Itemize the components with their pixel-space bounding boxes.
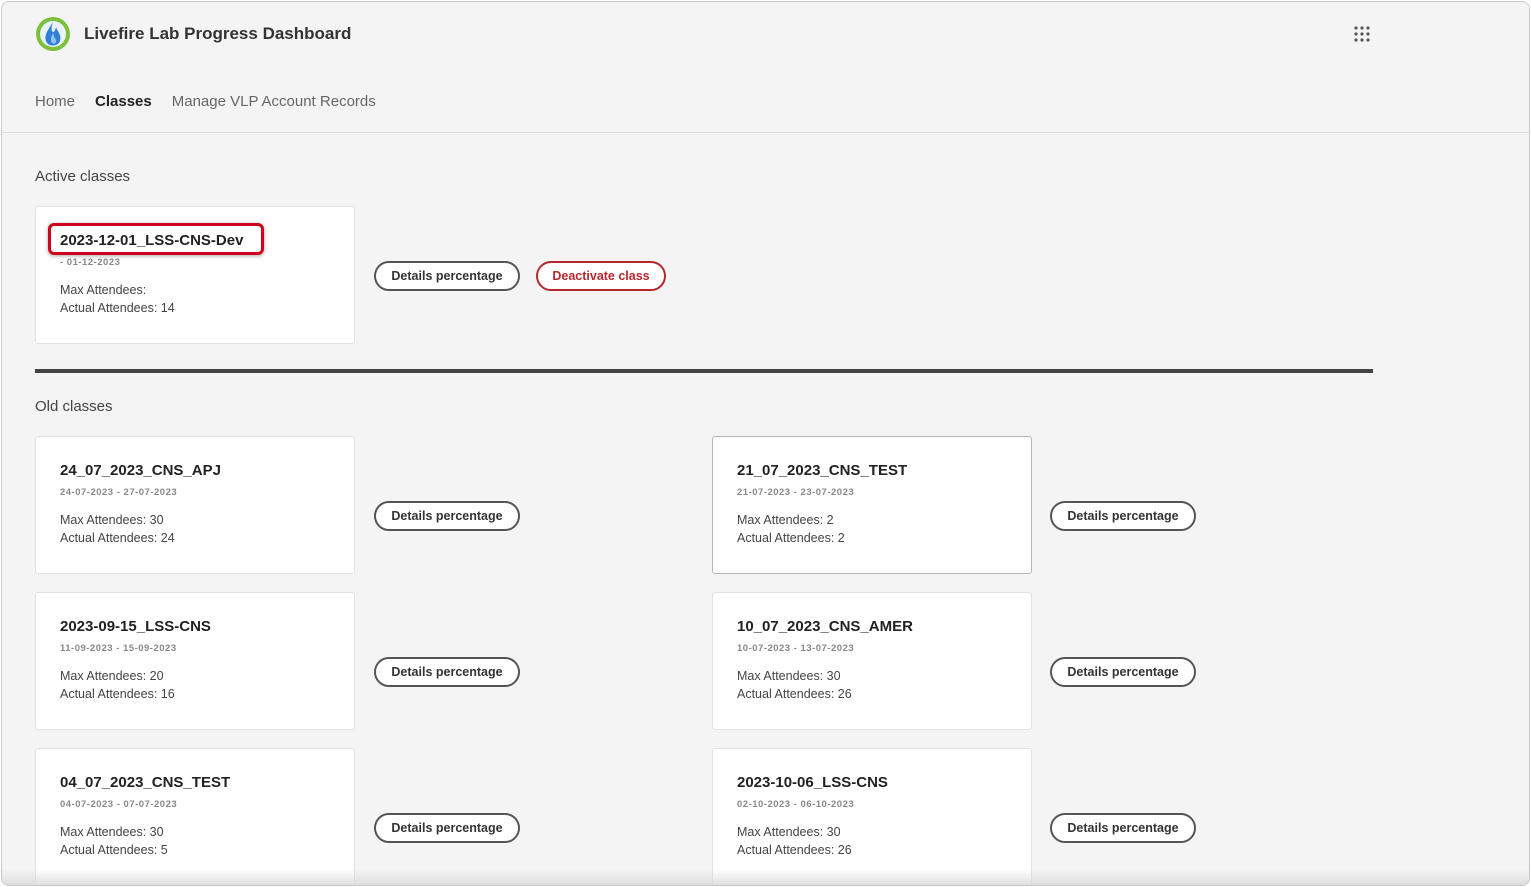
details-percentage-button[interactable]: Details percentage <box>374 501 520 531</box>
details-percentage-button[interactable]: Details percentage <box>1050 813 1196 843</box>
actual-attendees: Actual Attendees: 16 <box>60 687 175 701</box>
old-class-card: 24_07_2023_CNS_APJ 24-07-2023 - 27-07-20… <box>35 436 355 574</box>
max-attendees: Max Attendees: 30 <box>737 825 841 839</box>
details-percentage-button[interactable]: Details percentage <box>1050 501 1196 531</box>
header: Livefire Lab Progress Dashboard Home Cla… <box>2 2 1529 133</box>
class-name: 2023-12-01_LSS-CNS-Dev <box>60 232 244 249</box>
grid-apps-icon[interactable] <box>1353 25 1371 43</box>
app-logo <box>36 17 70 51</box>
class-dates: 02-10-2023 - 06-10-2023 <box>737 799 855 810</box>
max-attendees: Max Attendees: <box>60 283 147 297</box>
class-name: 24_07_2023_CNS_APJ <box>60 462 221 479</box>
old-class-card: 10_07_2023_CNS_AMER 10-07-2023 - 13-07-2… <box>712 592 1032 730</box>
old-class-card: 04_07_2023_CNS_TEST 04-07-2023 - 07-07-2… <box>35 748 355 885</box>
max-attendees: Max Attendees: 30 <box>60 825 164 839</box>
nav-manage-vlp-account-records[interactable]: Manage VLP Account Records <box>172 93 376 110</box>
old-class-card: 2023-09-15_LSS-CNS 11-09-2023 - 15-09-20… <box>35 592 355 730</box>
class-dates: 21-07-2023 - 23-07-2023 <box>737 487 855 498</box>
nav-classes[interactable]: Classes <box>95 93 152 110</box>
class-name: 21_07_2023_CNS_TEST <box>737 462 908 479</box>
deactivate-class-button[interactable]: Deactivate class <box>536 261 666 291</box>
actual-attendees: Actual Attendees: 2 <box>737 531 845 545</box>
max-attendees: Max Attendees: 20 <box>60 669 164 683</box>
class-dates: 11-09-2023 - 15-09-2023 <box>60 643 177 654</box>
main-nav: Home Classes Manage VLP Account Records <box>35 93 376 110</box>
actual-attendees: Actual Attendees: 24 <box>60 531 175 545</box>
class-dates: 10-07-2023 - 13-07-2023 <box>737 643 855 654</box>
actual-attendees: Actual Attendees: 14 <box>60 301 175 315</box>
details-percentage-button[interactable]: Details percentage <box>1050 657 1196 687</box>
bottom-fade <box>2 869 1529 885</box>
active-classes-heading: Active classes <box>35 168 131 185</box>
old-class-card: 2023-10-06_LSS-CNS 02-10-2023 - 06-10-20… <box>712 748 1032 885</box>
details-percentage-button[interactable]: Details percentage <box>374 657 520 687</box>
actual-attendees: Actual Attendees: 5 <box>60 843 168 857</box>
class-name: 10_07_2023_CNS_AMER <box>737 618 913 635</box>
class-dates: 04-07-2023 - 07-07-2023 <box>60 799 178 810</box>
old-classes-heading: Old classes <box>35 398 113 415</box>
class-dates: - 01-12-2023 <box>60 257 121 268</box>
app-window: Livefire Lab Progress Dashboard Home Cla… <box>1 1 1530 886</box>
class-name: 2023-10-06_LSS-CNS <box>737 774 888 791</box>
section-divider <box>35 369 1373 373</box>
max-attendees: Max Attendees: 30 <box>737 669 841 683</box>
class-name: 2023-09-15_LSS-CNS <box>60 618 211 635</box>
old-class-card: 21_07_2023_CNS_TEST 21-07-2023 - 23-07-2… <box>712 436 1032 574</box>
actual-attendees: Actual Attendees: 26 <box>737 687 852 701</box>
class-name: 04_07_2023_CNS_TEST <box>60 774 231 791</box>
max-attendees: Max Attendees: 2 <box>737 513 834 527</box>
details-percentage-button[interactable]: Details percentage <box>374 261 520 291</box>
class-dates: 24-07-2023 - 27-07-2023 <box>60 487 178 498</box>
details-percentage-button[interactable]: Details percentage <box>374 813 520 843</box>
actual-attendees: Actual Attendees: 26 <box>737 843 852 857</box>
max-attendees: Max Attendees: 30 <box>60 513 164 527</box>
nav-home[interactable]: Home <box>35 93 75 110</box>
active-class-card: 2023-12-01_LSS-CNS-Dev - 01-12-2023 Max … <box>35 206 355 344</box>
app-title: Livefire Lab Progress Dashboard <box>84 24 352 43</box>
